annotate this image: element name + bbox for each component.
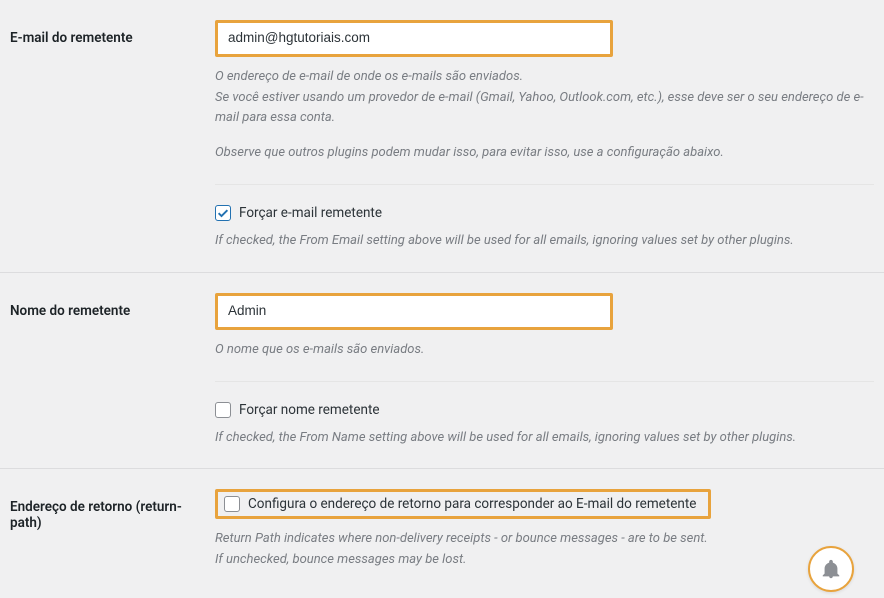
sender-name-field-col: O nome que os e-mails são enviados. Forç… <box>215 293 874 448</box>
force-email-checkbox-row: Forçar e-mail remetente <box>215 205 874 221</box>
return-path-checkbox-label[interactable]: Configura o endereço de retorno para cor… <box>248 496 702 512</box>
bell-icon <box>820 558 842 580</box>
return-path-help: Return Path indicates where non-delivery… <box>215 529 874 571</box>
sender-name-label: Nome do remetente <box>10 303 130 319</box>
sender-email-desc1: O endereço de e-mail de onde os e-mails … <box>215 67 874 129</box>
sender-email-desc2: Observe que outros plugins podem mudar i… <box>215 143 874 164</box>
sender-name-row: Nome do remetente O nome que os e-mails … <box>0 273 884 469</box>
return-path-label-col: Endereço de retorno (return-path) <box>10 489 215 531</box>
floating-badge[interactable] <box>808 546 854 592</box>
return-path-label: Endereço de retorno (return-path) <box>10 499 182 531</box>
sender-name-input[interactable] <box>215 293 613 330</box>
sender-email-row: E-mail do remetente O endereço de e-mail… <box>0 0 884 273</box>
sender-name-label-col: Nome do remetente <box>10 293 215 319</box>
return-path-checkbox[interactable] <box>224 496 240 512</box>
force-email-help: If checked, the From Email setting above… <box>215 231 874 252</box>
force-email-label[interactable]: Forçar e-mail remetente <box>239 205 382 221</box>
check-icon <box>216 206 230 220</box>
force-name-label[interactable]: Forçar nome remetente <box>239 402 380 418</box>
return-path-checkbox-row: Configura o endereço de retorno para cor… <box>215 489 711 519</box>
force-email-section: Forçar e-mail remetente If checked, the … <box>215 184 874 252</box>
force-name-checkbox[interactable] <box>215 402 231 418</box>
sender-email-input[interactable] <box>215 20 613 57</box>
force-name-section: Forçar nome remetente If checked, the Fr… <box>215 381 874 449</box>
sender-email-field-col: O endereço de e-mail de onde os e-mails … <box>215 20 874 252</box>
force-email-checkbox[interactable] <box>215 205 231 221</box>
return-path-field-col: Configura o endereço de retorno para cor… <box>215 489 874 571</box>
sender-name-desc: O nome que os e-mails são enviados. <box>215 340 874 361</box>
sender-email-label: E-mail do remetente <box>10 30 133 46</box>
sender-email-label-col: E-mail do remetente <box>10 20 215 46</box>
return-path-row: Endereço de retorno (return-path) Config… <box>0 469 884 591</box>
force-name-checkbox-row: Forçar nome remetente <box>215 402 874 418</box>
force-name-help: If checked, the From Name setting above … <box>215 428 874 449</box>
